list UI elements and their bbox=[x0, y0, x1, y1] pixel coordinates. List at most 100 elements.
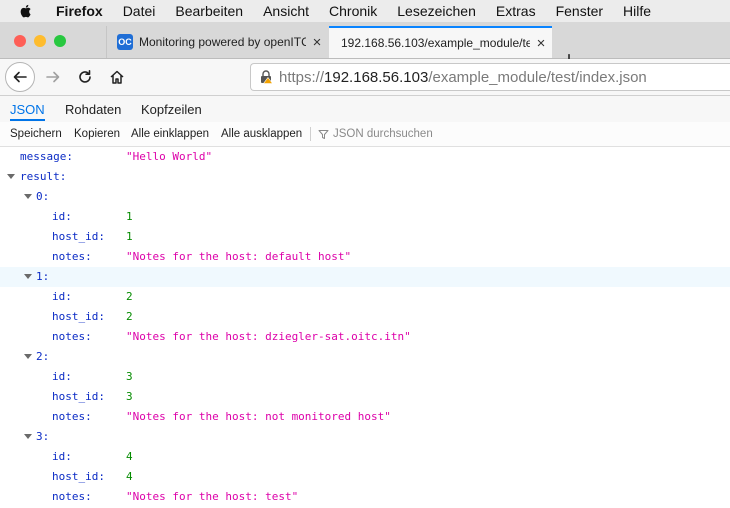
tab-json[interactable]: 192.168.56.103/example_module/te × bbox=[329, 26, 552, 58]
reload-button[interactable] bbox=[70, 62, 100, 92]
expand-toggle-icon[interactable] bbox=[24, 354, 32, 359]
filter-placeholder: JSON durchsuchen bbox=[333, 128, 433, 140]
json-row-index[interactable]: 0: bbox=[0, 187, 730, 207]
menu-ansicht[interactable]: Ansicht bbox=[263, 3, 309, 19]
close-tab-icon[interactable]: × bbox=[530, 35, 552, 52]
back-button[interactable] bbox=[5, 62, 35, 92]
copy-button[interactable]: Kopieren bbox=[74, 122, 120, 146]
json-row-notes[interactable]: notes: "Notes for the host: not monitore… bbox=[0, 407, 730, 427]
json-key: notes: bbox=[52, 330, 92, 343]
json-row-id[interactable]: id: 1 bbox=[0, 207, 730, 227]
json-value: 3 bbox=[126, 390, 133, 403]
json-row-index[interactable]: 1: bbox=[0, 267, 730, 287]
json-row-id[interactable]: id: 3 bbox=[0, 367, 730, 387]
tab-title: Monitoring powered by openITC bbox=[139, 35, 306, 49]
json-viewer-tabs: JSON Rohdaten Kopfzeilen bbox=[0, 96, 730, 123]
json-key: 0: bbox=[36, 190, 50, 203]
save-button[interactable]: Speichern bbox=[10, 122, 62, 146]
json-value: "Notes for the host: dziegler-sat.oitc.i… bbox=[126, 330, 411, 343]
menu-extras[interactable]: Extras bbox=[496, 3, 536, 19]
tab-title: 192.168.56.103/example_module/te bbox=[341, 36, 530, 50]
json-row-host-id[interactable]: host_id: 3 bbox=[0, 387, 730, 407]
json-value: "Notes for the host: default host" bbox=[126, 250, 352, 263]
json-row-notes[interactable]: notes: "Notes for the host: test" bbox=[0, 487, 730, 507]
json-key: result: bbox=[20, 170, 67, 183]
toolbar-divider bbox=[310, 127, 311, 141]
json-key: host_id: bbox=[52, 390, 105, 403]
menu-datei[interactable]: Datei bbox=[123, 3, 156, 19]
menu-chronik[interactable]: Chronik bbox=[329, 3, 377, 19]
json-row-message[interactable]: message: "Hello World" bbox=[0, 147, 730, 167]
json-filter-input[interactable]: JSON durchsuchen bbox=[318, 122, 433, 146]
json-key: notes: bbox=[52, 250, 92, 263]
json-tree: message: "Hello World" result: 0: id: 1 … bbox=[0, 147, 730, 507]
url-bar[interactable]: https://192.168.56.103/example_module/te… bbox=[250, 63, 730, 91]
json-value: 4 bbox=[126, 450, 133, 463]
json-toolbar: Speichern Kopieren Alle einklappen Alle … bbox=[0, 122, 730, 147]
arrow-right-icon bbox=[46, 71, 60, 83]
json-row-index[interactable]: 3: bbox=[0, 427, 730, 447]
menu-lesezeichen[interactable]: Lesezeichen bbox=[397, 3, 476, 19]
json-key: host_id: bbox=[52, 310, 105, 323]
json-value: 2 bbox=[126, 290, 133, 303]
close-tab-icon[interactable]: × bbox=[306, 34, 328, 51]
menu-bearbeiten[interactable]: Bearbeiten bbox=[175, 3, 243, 19]
url-text: https://192.168.56.103/example_module/te… bbox=[279, 68, 647, 86]
lock-warning-icon[interactable] bbox=[259, 70, 273, 84]
close-window-button[interactable] bbox=[14, 35, 26, 47]
filter-icon bbox=[318, 129, 329, 139]
json-value: "Hello World" bbox=[126, 150, 213, 163]
json-key: message: bbox=[20, 150, 73, 163]
json-value: 4 bbox=[126, 470, 133, 483]
menu-fenster[interactable]: Fenster bbox=[556, 3, 603, 19]
collapse-all-button[interactable]: Alle einklappen bbox=[131, 122, 209, 146]
json-key: id: bbox=[52, 370, 72, 383]
json-key: notes: bbox=[52, 490, 92, 503]
json-key: 3: bbox=[36, 430, 50, 443]
json-row-host-id[interactable]: host_id: 1 bbox=[0, 227, 730, 247]
reload-icon bbox=[79, 70, 91, 83]
expand-toggle-icon[interactable] bbox=[24, 194, 32, 199]
arrow-left-icon bbox=[13, 71, 27, 83]
json-value: "Notes for the host: test" bbox=[126, 490, 299, 503]
json-row-id[interactable]: id: 2 bbox=[0, 287, 730, 307]
json-row-index[interactable]: 2: bbox=[0, 347, 730, 367]
home-icon bbox=[110, 70, 124, 84]
home-button[interactable] bbox=[102, 62, 132, 92]
tab-raw-data[interactable]: Rohdaten bbox=[65, 96, 121, 121]
json-key: host_id: bbox=[52, 230, 105, 243]
forward-button[interactable] bbox=[38, 62, 68, 92]
json-key: id: bbox=[52, 210, 72, 223]
json-value: "Notes for the host: not monitored host" bbox=[126, 410, 391, 423]
expand-toggle-icon[interactable] bbox=[24, 434, 32, 439]
json-row-host-id[interactable]: host_id: 2 bbox=[0, 307, 730, 327]
menu-firefox[interactable]: Firefox bbox=[56, 3, 103, 19]
expand-toggle-icon[interactable] bbox=[7, 174, 15, 179]
expand-toggle-icon[interactable] bbox=[24, 274, 32, 279]
tab-monitoring[interactable]: OC Monitoring powered by openITC × bbox=[106, 26, 328, 58]
menu-bar: Firefox Datei Bearbeiten Ansicht Chronik… bbox=[0, 0, 730, 22]
nav-bar: https://192.168.56.103/example_module/te… bbox=[0, 59, 730, 96]
json-key: notes: bbox=[52, 410, 92, 423]
expand-all-button[interactable]: Alle ausklappen bbox=[221, 122, 302, 146]
zoom-window-button[interactable] bbox=[54, 35, 66, 47]
json-row-result[interactable]: result: bbox=[0, 167, 730, 187]
json-row-notes[interactable]: notes: "Notes for the host: dziegler-sat… bbox=[0, 327, 730, 347]
apple-icon[interactable] bbox=[18, 3, 34, 19]
minimize-window-button[interactable] bbox=[34, 35, 46, 47]
json-value: 1 bbox=[126, 210, 133, 223]
json-value: 3 bbox=[126, 370, 133, 383]
json-row-id[interactable]: id: 4 bbox=[0, 447, 730, 467]
json-value: 2 bbox=[126, 310, 133, 323]
tab-headers[interactable]: Kopfzeilen bbox=[141, 96, 202, 121]
json-key: 2: bbox=[36, 350, 50, 363]
json-key: id: bbox=[52, 450, 72, 463]
tab-strip: OC Monitoring powered by openITC × 192.1… bbox=[0, 22, 730, 73]
json-key: id: bbox=[52, 290, 72, 303]
json-row-notes[interactable]: notes: "Notes for the host: default host… bbox=[0, 247, 730, 267]
json-key: host_id: bbox=[52, 470, 105, 483]
json-row-host-id[interactable]: host_id: 4 bbox=[0, 467, 730, 487]
tab-json-view[interactable]: JSON bbox=[10, 96, 45, 121]
menu-hilfe[interactable]: Hilfe bbox=[623, 3, 651, 19]
openitcockpit-favicon-icon: OC bbox=[117, 34, 133, 50]
